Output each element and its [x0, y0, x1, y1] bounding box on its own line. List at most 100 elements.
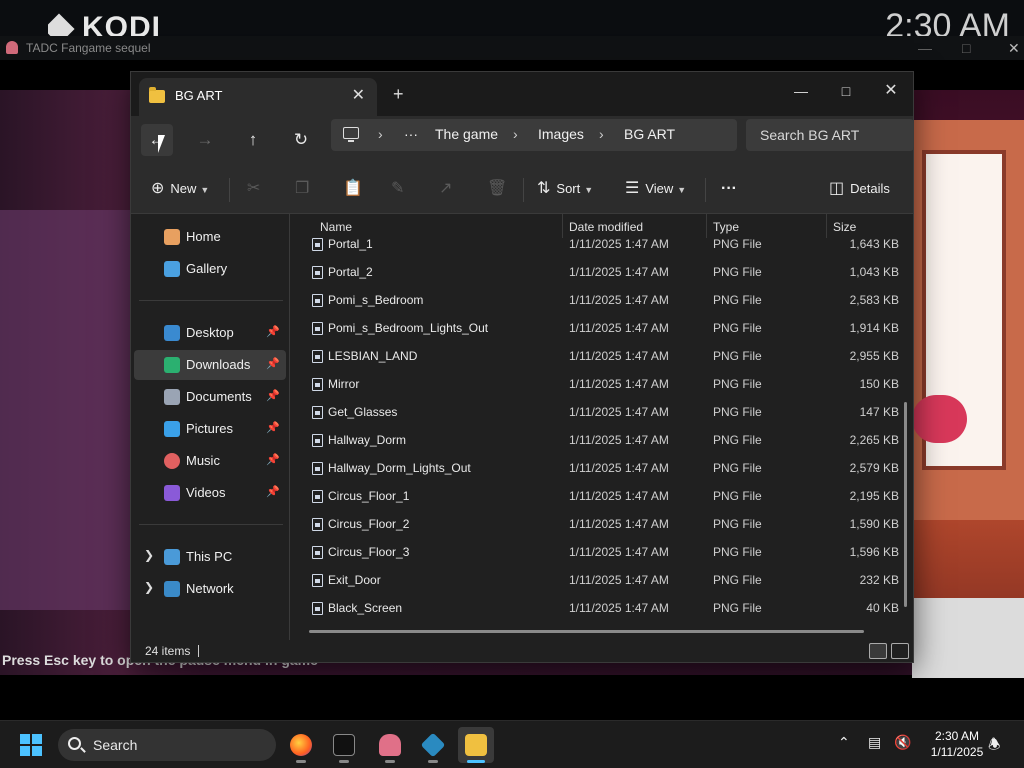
table-row[interactable]: Hallway_Dorm_Lights_Out 1/11/2025 1:47 AM…: [290, 455, 913, 483]
breadcrumb-bg-art[interactable]: BG ART: [624, 126, 675, 142]
chevron-right-icon[interactable]: ›: [513, 126, 518, 142]
sidebar-item-label: Network: [186, 581, 234, 596]
sidebar-item-desktop[interactable]: Desktop 📌: [134, 318, 286, 348]
details-view-button[interactable]: [869, 643, 887, 659]
show-hidden-icons-button[interactable]: ⌃: [838, 734, 850, 751]
forward-button[interactable]: →: [189, 124, 221, 156]
sidebar-item-this-pc[interactable]: ❯ This PC: [134, 542, 286, 572]
kodi-logo-text: KODI: [82, 11, 161, 36]
table-row[interactable]: Circus_Floor_2 1/11/2025 1:47 AM PNG File 1…: [290, 511, 913, 539]
tiles-view-button[interactable]: [891, 643, 909, 659]
command-bar: ⊕ New ▼ ✂ ❐ 📋 ✎ ↗ 🗑 ⇅ Sort ▼ ☰ View ▼ ··· ◫ Det…: [131, 164, 913, 214]
chevron-right-icon[interactable]: ❯: [144, 548, 154, 562]
toolbar-divider: [523, 178, 524, 202]
sidebar-item-documents[interactable]: Documents 📌: [134, 382, 286, 412]
game-window-titlebar: TADC Fangame sequel — □ ✕: [0, 36, 1024, 60]
file-name: Hallway_Dorm_Lights_Out: [328, 461, 471, 475]
running-indicator: [428, 760, 438, 763]
breadcrumb-overflow[interactable]: ···: [404, 126, 418, 142]
maximize-button[interactable]: □: [823, 76, 869, 106]
breadcrumb-the-game[interactable]: The game: [435, 126, 498, 142]
desktop-icon: [164, 325, 180, 341]
breadcrumb-images[interactable]: Images: [538, 126, 584, 142]
chevron-right-icon[interactable]: ›: [378, 126, 383, 142]
search-input[interactable]: Search BG ART: [746, 119, 914, 151]
game-maximize-button[interactable]: □: [962, 36, 970, 60]
game-close-button[interactable]: ✕: [1008, 36, 1020, 60]
sidebar-item-network[interactable]: ❯ Network: [134, 574, 286, 604]
see-more-button[interactable]: ···: [721, 176, 737, 202]
windows-logo-icon: [32, 734, 42, 744]
table-row[interactable]: Pomi_s_Bedroom 1/11/2025 1:47 AM PNG File 2…: [290, 287, 913, 315]
table-row[interactable]: Pomi_s_Bedroom_Lights_Out 1/11/2025 1:47 …: [290, 315, 913, 343]
chevron-right-icon[interactable]: ›: [599, 126, 604, 142]
network-icon[interactable]: ▤: [868, 734, 881, 751]
delete-button[interactable]: 🗑: [487, 176, 507, 202]
share-button[interactable]: ↗: [439, 176, 452, 202]
sort-button[interactable]: ⇅ Sort ▼: [537, 176, 593, 202]
sidebar-divider: [139, 300, 283, 301]
table-row[interactable]: Exit_Door 1/11/2025 1:47 AM PNG File 232 KB: [290, 567, 913, 595]
game-minimize-button[interactable]: —: [918, 36, 932, 60]
chevron-right-icon[interactable]: ❯: [144, 580, 154, 594]
view-button[interactable]: ☰ View ▼: [625, 176, 686, 202]
image-file-icon: [312, 322, 323, 335]
downloads-icon: [164, 357, 180, 373]
sidebar-item-label: Music: [186, 453, 220, 468]
file-name: Black_Screen: [328, 601, 403, 615]
sidebar-item-videos[interactable]: Videos 📌: [134, 478, 286, 508]
close-button[interactable]: ✕: [868, 76, 914, 106]
new-button[interactable]: ⊕ New ▼: [151, 176, 209, 202]
table-row[interactable]: Circus_Floor_1 1/11/2025 1:47 AM PNG File 2…: [290, 483, 913, 511]
cut-button[interactable]: ✂: [247, 176, 260, 202]
volume-muted-icon[interactable]: 🔇: [894, 734, 911, 751]
table-row[interactable]: Get_Glasses 1/11/2025 1:47 AM PNG File 147 …: [290, 399, 913, 427]
tab-close-icon[interactable]: ✕: [352, 85, 365, 105]
table-row[interactable]: Black_Screen 1/11/2025 1:47 AM PNG File 40 …: [290, 595, 913, 623]
file-type: PNG File: [713, 601, 762, 615]
table-row[interactable]: Portal_2 1/11/2025 1:47 AM PNG File 1,043 K…: [290, 259, 913, 287]
sidebar-item-downloads[interactable]: Downloads 📌: [134, 350, 286, 380]
table-row[interactable]: Circus_Floor_3 1/11/2025 1:47 AM PNG File 1…: [290, 539, 913, 567]
search-icon: [68, 737, 81, 750]
table-row[interactable]: LESBIAN_LAND 1/11/2025 1:47 AM PNG File 2,9…: [290, 343, 913, 371]
firefox-taskbar-button[interactable]: [283, 727, 319, 763]
notifications-bell-icon[interactable]: 🕭: [988, 734, 1001, 758]
view-icon: ☰: [625, 180, 640, 197]
taskbar-date: 1/11/2025: [930, 745, 984, 759]
vertical-scrollbar[interactable]: [904, 402, 907, 607]
copy-button[interactable]: ❐: [295, 176, 309, 202]
file-list: Name Date modified Type Size Portal_1 1/1…: [290, 214, 913, 640]
file-type: PNG File: [713, 293, 762, 307]
file-size: 1,914 KB: [849, 321, 899, 335]
table-row[interactable]: Mirror 1/11/2025 1:47 AM PNG File 150 KB: [290, 371, 913, 399]
pin-icon: 📌: [266, 390, 280, 402]
running-indicator: [385, 760, 395, 763]
new-tab-button[interactable]: +: [393, 84, 404, 105]
game-taskbar-button[interactable]: [372, 727, 408, 763]
kodi-taskbar-button[interactable]: [415, 727, 451, 763]
refresh-button[interactable]: ↻: [285, 124, 317, 156]
details-button[interactable]: ◫ Details: [829, 176, 890, 202]
table-row[interactable]: Hallway_Dorm 1/11/2025 1:47 AM PNG File 2,2…: [290, 427, 913, 455]
paste-button[interactable]: 📋: [343, 176, 363, 202]
minimize-button[interactable]: —: [778, 76, 824, 106]
file-explorer-taskbar-button[interactable]: [458, 727, 494, 763]
horizontal-scrollbar[interactable]: [309, 630, 864, 633]
sidebar-item-pictures[interactable]: Pictures 📌: [134, 414, 286, 444]
table-row[interactable]: Portal_1 1/11/2025 1:47 AM PNG File 1,643 K…: [290, 231, 913, 259]
sidebar-item-home[interactable]: Home: [134, 222, 286, 252]
tab-bg-art[interactable]: BG ART ✕: [139, 78, 377, 116]
start-button[interactable]: [20, 734, 42, 756]
taskbar-clock[interactable]: 2:30 AM 1/11/2025: [918, 728, 996, 760]
sidebar-item-music[interactable]: Music 📌: [134, 446, 286, 476]
pin-icon: 📌: [266, 326, 280, 338]
terminal-taskbar-button[interactable]: [326, 727, 362, 763]
rename-button[interactable]: ✎: [391, 176, 404, 202]
taskbar-search[interactable]: Search: [58, 729, 276, 761]
image-file-icon: [312, 378, 323, 391]
up-button[interactable]: ↑: [237, 124, 269, 156]
address-bar[interactable]: › ··· The game › Images › BG ART: [331, 119, 737, 151]
sidebar-item-gallery[interactable]: Gallery: [134, 254, 286, 284]
sidebar-item-label: Videos: [186, 485, 226, 500]
